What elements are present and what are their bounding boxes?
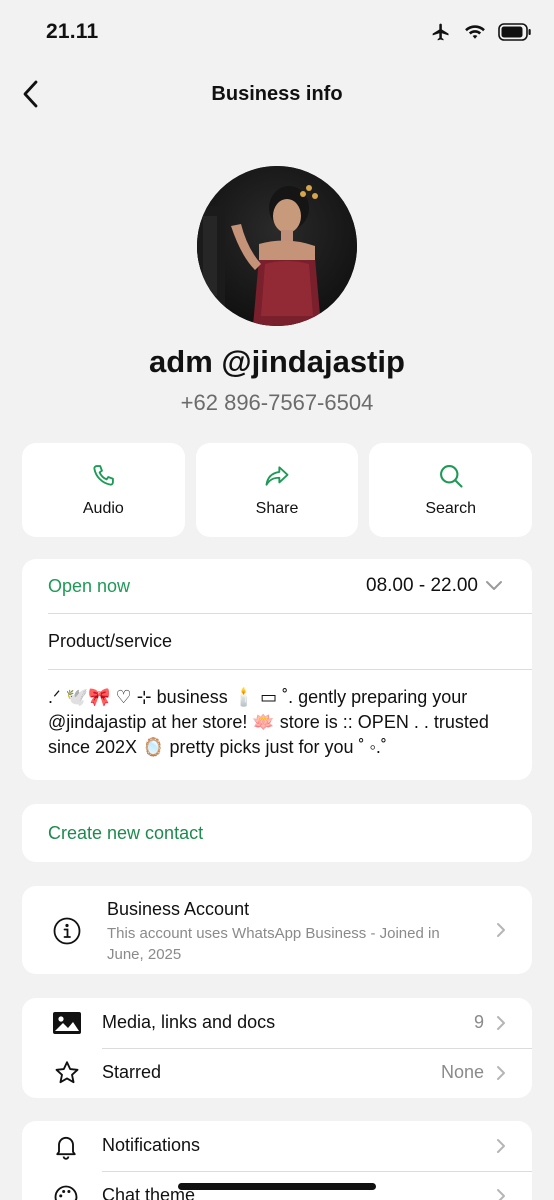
battery-icon	[498, 23, 532, 46]
bell-icon	[56, 1136, 76, 1160]
business-account-row[interactable]: Business Account This account uses Whats…	[22, 886, 532, 974]
notifications-row[interactable]: Notifications	[22, 1121, 532, 1171]
search-button[interactable]: Search	[369, 443, 533, 537]
starred-row[interactable]: Starred None	[22, 1048, 532, 1098]
media-links-docs-row[interactable]: Media, links and docs 9	[22, 998, 532, 1048]
chevron-down-icon	[486, 581, 502, 590]
action-buttons: Audio Share Search	[22, 443, 533, 537]
audio-call-button[interactable]: Audio	[22, 443, 185, 537]
image-icon	[53, 1012, 81, 1034]
create-contact-link[interactable]: Create new contact	[48, 823, 203, 844]
airplane-mode-icon	[430, 22, 452, 47]
home-indicator[interactable]	[178, 1183, 376, 1190]
star-icon	[55, 1061, 79, 1084]
chevron-right-icon	[497, 1189, 505, 1200]
nav-bar: Business info	[0, 70, 554, 120]
share-button[interactable]: Share	[195, 443, 359, 537]
business-account-title: Business Account	[107, 899, 250, 919]
media-card: Media, links and docs 9 Starred None	[22, 998, 532, 1098]
profile-name: adm @jindajastip	[149, 344, 405, 379]
page-title: Business info	[211, 83, 343, 105]
media-label: Media, links and docs	[102, 1012, 276, 1032]
audio-label: Audio	[82, 500, 124, 517]
business-account-description: This account uses WhatsApp Business - Jo…	[107, 925, 440, 963]
open-status: Open now	[48, 576, 131, 596]
status-time: 21.11	[46, 20, 99, 43]
chevron-right-icon	[497, 1139, 505, 1153]
info-icon	[53, 917, 81, 945]
profile-phone: +62 896-7567-6504	[180, 390, 374, 415]
wifi-icon	[464, 23, 486, 46]
search-label: Search	[425, 500, 477, 517]
business-category-row: Product/service	[48, 614, 532, 670]
share-arrow-icon	[265, 466, 289, 486]
notifications-label: Notifications	[102, 1135, 201, 1155]
business-details-card: Open now 08.00 - 22.00 Product/service .…	[22, 559, 532, 780]
media-count: 9	[473, 1012, 484, 1032]
status-icons	[430, 22, 532, 47]
chevron-right-icon	[497, 923, 505, 937]
share-label: Share	[255, 500, 299, 517]
business-description: .ᐟ 🕊️🎀 ♡ ⊹ business 🕯️ ▭ ˚. gently prepa…	[48, 687, 489, 757]
business-hours-row[interactable]: Open now 08.00 - 22.00	[48, 559, 532, 614]
phone-icon	[93, 465, 115, 486]
palette-icon	[54, 1185, 78, 1200]
profile-avatar[interactable]	[197, 166, 357, 326]
starred-label: Starred	[102, 1062, 162, 1082]
starred-value: None	[440, 1062, 484, 1082]
status-bar: 21.11	[0, 0, 554, 66]
hours-range: 08.00 - 22.00	[366, 575, 478, 596]
search-icon	[439, 465, 463, 488]
create-contact-card[interactable]: Create new contact	[22, 804, 532, 862]
business-category: Product/service	[48, 631, 173, 651]
chevron-right-icon	[497, 1016, 505, 1030]
chevron-right-icon	[497, 1066, 505, 1080]
